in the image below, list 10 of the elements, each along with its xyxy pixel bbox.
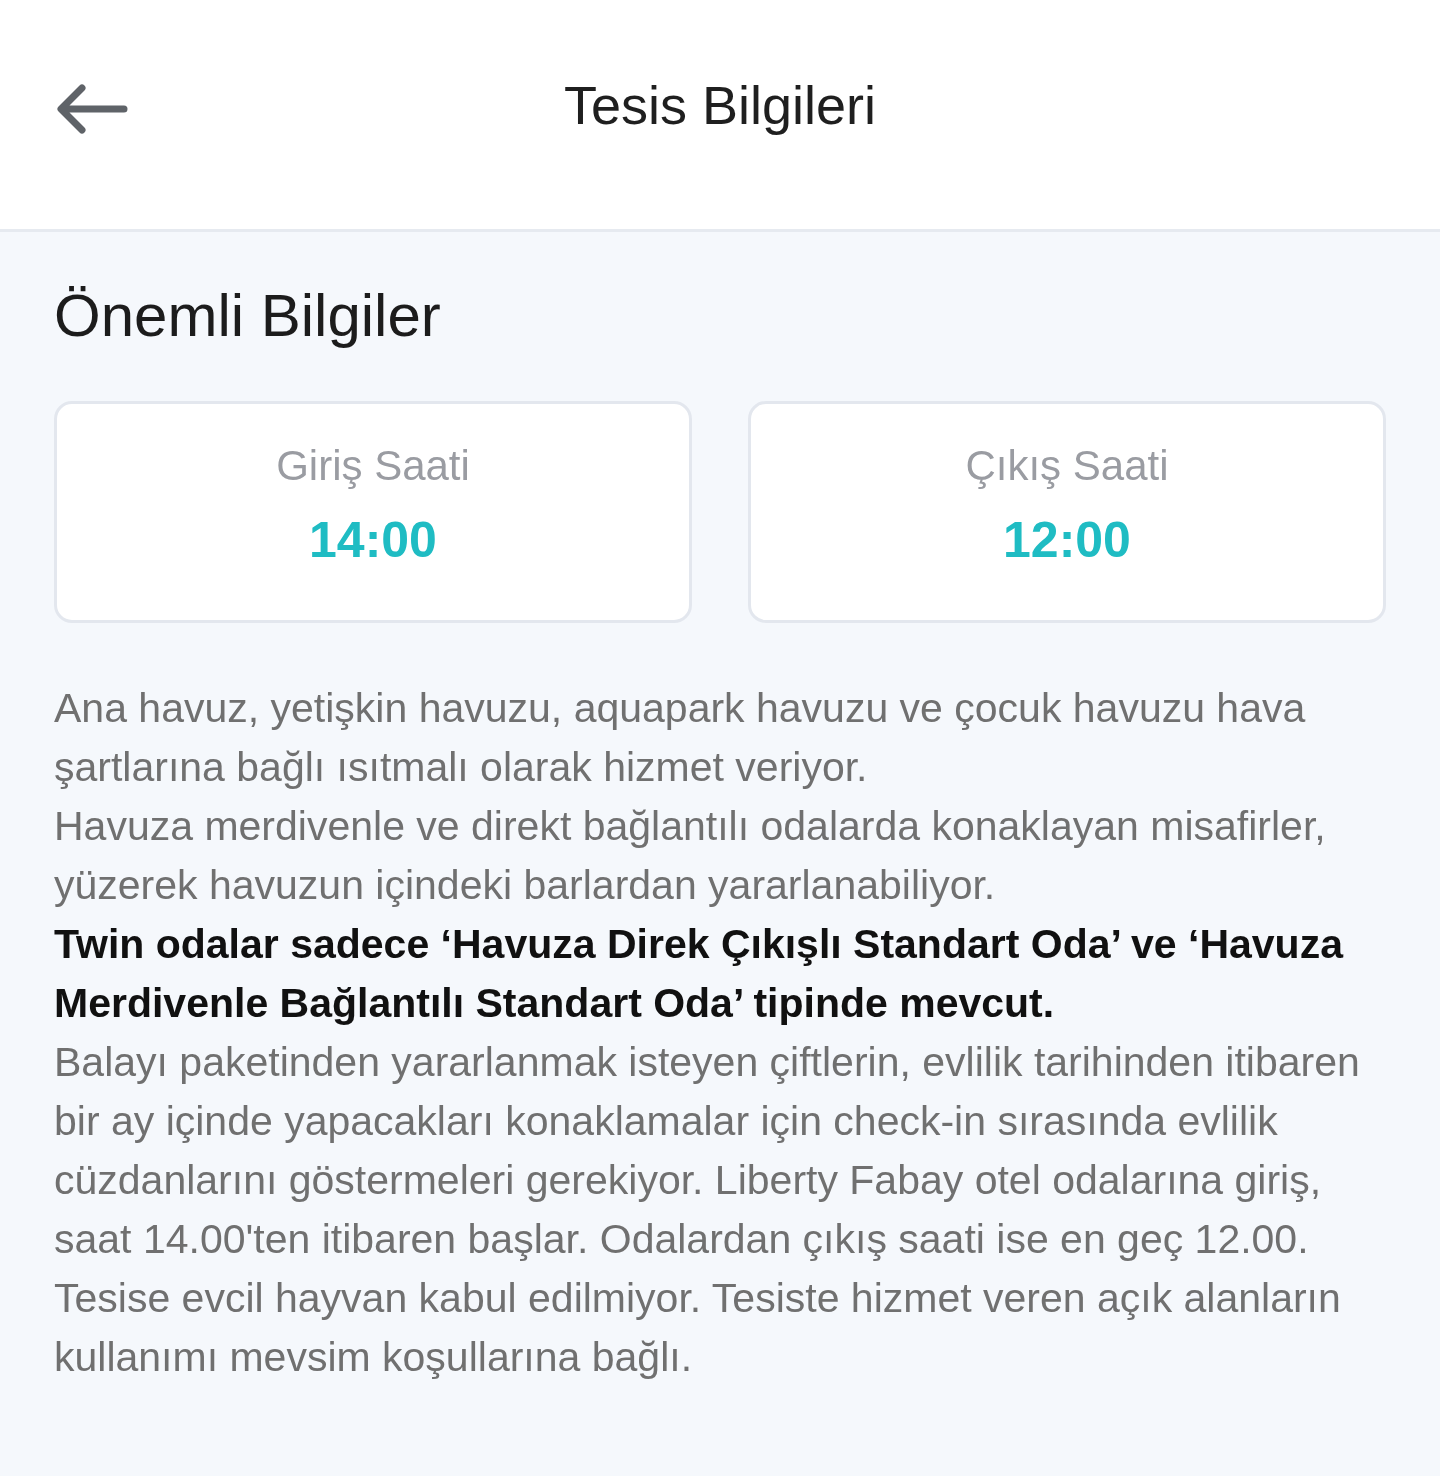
- info-paragraph: Balayı paketinden yararlanmak isteyen çiftlerin, evlilik tarihinden itibaren bir ay içinde yapacakları konaklamalar için check-in sırasında evlilik cüzdanlarını göstermeleri gerekiyor. Liberty Fabay otel odalarına giriş, saat 14.00'ten itibaren başlar. Odalardan çıkış saati ise en geç 12.00. Tesise evcil hayvan kabul edilmiyor. Tesiste hizmet veren açık alanların kullanımı mevsim koşullarına bağlı.: [54, 1038, 1361, 1382]
- back-arrow-icon: [56, 82, 128, 135]
- info-paragraph: Twin odalar sadece ‘Havuza Direk Çıkışlı Standart Oda’ ve ‘Havuza Merdivenle Bağlantılı Standart Oda’ tipinde mevcut.: [54, 920, 1345, 1028]
- time-value: 14:00: [309, 510, 437, 570]
- info-paragraph: Havuza merdivenle ve direkt bağlantılı odalarda konaklayan misafirler, yüzerek havuzun içindeki barlardan yararlanabiliyor.: [54, 802, 1327, 910]
- time-label: Çıkış Saati: [965, 441, 1169, 491]
- time-value: 12:00: [1003, 510, 1131, 570]
- time-label: Giriş Saati: [276, 441, 470, 491]
- info-paragraph: Ana havuz, yetişkin havuzu, aquapark havuzu ve çocuk havuzu hava şartlarına bağlı ısıtmalı olarak hizmet veriyor.: [54, 684, 1307, 792]
- section-heading: Önemli Bilgiler: [54, 281, 442, 351]
